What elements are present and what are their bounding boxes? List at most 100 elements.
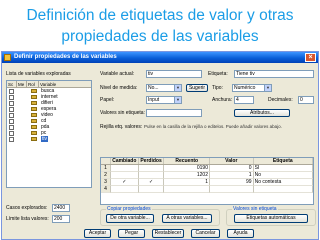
grid-header-count: Recuento <box>164 158 210 164</box>
width-field[interactable]: 4 <box>234 96 254 104</box>
scale-icon <box>31 131 37 135</box>
changed-cell[interactable] <box>110 172 139 179</box>
type-label: Tipo: <box>212 85 223 91</box>
measurement-level-select[interactable]: No... ▼ <box>146 84 182 92</box>
scan-checkbox[interactable] <box>9 100 14 106</box>
decimals-label: Decimales: <box>268 97 293 103</box>
scan-checkbox[interactable] <box>9 136 14 142</box>
to-other-variables-button[interactable]: A otras variables... <box>162 214 212 223</box>
value-labels-grid[interactable]: Cambiado Perdidos Recuento Valor Etiquet… <box>100 157 314 205</box>
role-select[interactable]: Input ▼ <box>146 96 182 104</box>
value-list-limit-field[interactable]: 200 <box>52 215 70 223</box>
changed-check-icon[interactable]: ✓ <box>110 179 139 186</box>
label-cell[interactable] <box>253 186 313 193</box>
value-cell[interactable]: 0 <box>210 165 254 172</box>
automatic-labels-button[interactable]: Etiquetas automáticas <box>234 214 308 223</box>
scale-icon <box>31 125 37 129</box>
scale-icon <box>31 101 37 105</box>
row-index: 4 <box>101 186 111 193</box>
scan-checkbox[interactable] <box>9 118 14 124</box>
value-cell[interactable]: 1 <box>210 172 254 179</box>
measurement-level-value: No... <box>148 85 159 91</box>
chevron-down-icon[interactable]: ▼ <box>174 97 181 103</box>
varlist-header: Sc Me Rol Variable <box>7 81 91 88</box>
attributes-button[interactable]: Atributos... <box>234 109 290 117</box>
missing-values-field[interactable] <box>146 109 202 117</box>
scale-icon <box>31 89 37 93</box>
label-cell[interactable]: No contesta <box>253 179 313 186</box>
scan-checkbox[interactable] <box>9 112 14 118</box>
varlist-header-measure: Me <box>17 81 27 87</box>
slide-title-line-2: propiedades de las variables <box>61 28 259 45</box>
reset-button[interactable]: Restablecer <box>152 229 184 238</box>
changed-cell[interactable] <box>110 165 139 172</box>
varlist-header-scan: Sc <box>7 81 17 87</box>
grid-header-changed: Cambiado <box>111 158 139 164</box>
slide-title: Definición de etiquetas de valor y otras… <box>6 5 314 47</box>
table-row[interactable]: 2 1202 1 No <box>101 172 313 179</box>
list-item-selected[interactable]: tiv <box>7 136 91 142</box>
chevron-down-icon[interactable]: ▼ <box>174 85 181 91</box>
close-icon[interactable]: × <box>305 53 316 62</box>
table-row[interactable]: 1 0190 0 SI <box>101 165 313 172</box>
paste-button[interactable]: Pegar <box>118 229 145 238</box>
missing-values-label: Valores sin etiqueta: <box>100 110 145 116</box>
value-cell[interactable]: 99 <box>210 179 254 186</box>
role-value: Input <box>148 97 160 103</box>
scan-checkbox[interactable] <box>9 94 14 100</box>
scan-checkbox[interactable] <box>9 88 14 94</box>
cancel-button[interactable]: Cancelar <box>191 229 220 238</box>
type-select[interactable]: Numérico ▼ <box>232 84 272 92</box>
decimals-field[interactable]: 0 <box>298 96 314 104</box>
width-label: Anchura: <box>212 97 233 103</box>
table-row[interactable]: 3 ✓ ✓ 1 99 No contesta <box>101 179 313 186</box>
row-index: 2 <box>101 172 111 179</box>
table-row[interactable]: 4 <box>101 186 313 193</box>
label-cell[interactable]: No <box>253 172 313 179</box>
grid-header-missing: Perdidos <box>139 158 165 164</box>
help-button[interactable]: Ayuda <box>227 229 254 238</box>
measurement-level-label: Nivel de medida: <box>100 85 138 91</box>
count-cell: 1202 <box>164 172 210 179</box>
count-cell <box>164 186 210 193</box>
slide-title-line-1: Definición de etiquetas de valor y otras <box>26 7 294 24</box>
chevron-down-icon[interactable]: ▼ <box>264 85 271 91</box>
cases-scanned-label: Casos explorados: <box>6 205 48 211</box>
missing-check-icon[interactable]: ✓ <box>138 179 165 186</box>
copy-properties-title: Copiar propiedades <box>106 206 152 212</box>
missing-checkbox-cell[interactable] <box>138 186 165 193</box>
scanned-variables-list[interactable]: Sc Me Rol Variable busca internet difier… <box>6 80 92 188</box>
dialog-titlebar[interactable]: Definir propiedades de las variables × <box>2 52 318 63</box>
missing-checkbox-cell[interactable] <box>138 165 165 172</box>
dialog-app-icon <box>4 54 11 61</box>
missing-checkbox-cell[interactable] <box>138 172 165 179</box>
scan-checkbox[interactable] <box>9 130 14 136</box>
scanned-variables-label: Lista de variables exploradas <box>6 71 71 77</box>
grid-hint-text: Pulse en la casilla de la rejilla o edit… <box>144 124 282 129</box>
ok-button[interactable]: Aceptar <box>84 229 111 238</box>
label-cell[interactable]: SI <box>253 165 313 172</box>
cases-scanned-field[interactable]: 2400 <box>52 204 70 212</box>
varlist-header-role: Rol <box>27 81 39 87</box>
label-field[interactable]: Tiene tiv <box>234 70 314 78</box>
grid-note-label: Rejilla etq. valores: <box>100 124 143 130</box>
role-label: Papel: <box>100 97 115 103</box>
grid-header: Cambiado Perdidos Recuento Valor Etiquet… <box>101 158 313 165</box>
scale-icon <box>31 107 37 111</box>
unlabeled-values-title: Valores sin etiqueta <box>232 206 278 212</box>
current-variable-field[interactable]: tiv <box>146 70 202 78</box>
scale-icon <box>31 119 37 123</box>
row-index: 1 <box>101 165 111 172</box>
suggest-button[interactable]: Sugerir <box>186 84 208 92</box>
value-cell[interactable] <box>210 186 254 193</box>
scan-checkbox[interactable] <box>9 124 14 130</box>
dialog-title: Definir propiedades de las variables <box>14 54 117 60</box>
row-index: 3 <box>101 179 111 186</box>
from-other-variable-button[interactable]: De otra variable... <box>106 214 154 223</box>
changed-cell[interactable] <box>110 186 139 193</box>
current-variable-label: Variable actual: <box>100 71 135 77</box>
define-variable-properties-dialog: Definir propiedades de las variables × L… <box>1 51 319 240</box>
scan-checkbox[interactable] <box>9 106 14 112</box>
grid-header-label: Etiqueta <box>254 158 313 164</box>
scale-icon <box>31 95 37 99</box>
